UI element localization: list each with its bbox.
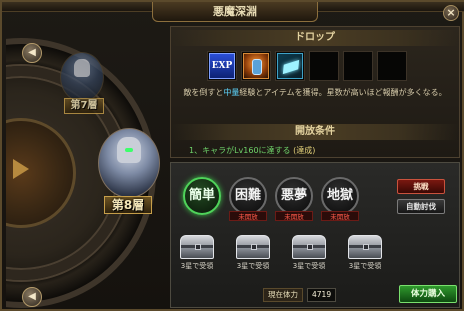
armor-core-icon bbox=[252, 59, 262, 75]
boss-helm-icon bbox=[73, 58, 91, 77]
drop-desc-prefix: 敵を倒すと bbox=[183, 88, 224, 97]
game-window: 悪魔深淵 × 第7層 第8層 ◀ ◀ ドロップ EXP 敵を倒すと中量経験とアイ… bbox=[0, 0, 464, 311]
locked-badge: 未開放 bbox=[229, 211, 267, 221]
scroll-down-button[interactable]: ◀ bbox=[22, 287, 42, 307]
reward-chest[interactable]: 3星で受領 bbox=[175, 235, 219, 271]
boss-eye-icon bbox=[125, 148, 133, 153]
chest-label: 3星で受領 bbox=[292, 262, 326, 270]
drop-item-list: EXP bbox=[207, 51, 407, 83]
stamina-value: 4719 bbox=[307, 288, 337, 302]
stamina-label: 現在体力 bbox=[263, 288, 303, 302]
unlock-condition-text: 1、キャラがLv160に達する bbox=[189, 146, 291, 155]
info-panel: ドロップ EXP 敵を倒すと中量経験とアイテムを獲得。星数が高いほど報酬が多くな… bbox=[170, 26, 460, 158]
challenge-button[interactable]: 挑戦 bbox=[397, 179, 445, 194]
unlock-condition-header: 開放条件 bbox=[171, 124, 459, 140]
chest-icon bbox=[292, 235, 326, 259]
auto-battle-button[interactable]: 自動討伐 bbox=[397, 199, 445, 214]
boss-portrait-floor-7[interactable] bbox=[60, 52, 104, 102]
unlock-condition-item: 1、キャラがLv160に達する (達成) bbox=[189, 145, 315, 156]
window-title: 悪魔深淵 bbox=[152, 2, 318, 22]
unlock-condition-status: (達成) bbox=[293, 146, 316, 155]
stamina-display: 現在体力 4719 bbox=[263, 288, 337, 302]
drop-description: 敵を倒すと中量経験とアイテムを獲得。星数が高いほど報酬が多くなる。 bbox=[171, 87, 459, 98]
drop-desc-emphasis: 中量 bbox=[223, 88, 240, 97]
reward-chest-list: 3星で受領 3星で受領 3星で受領 3星で受領 bbox=[171, 235, 401, 279]
drop-slot-empty bbox=[309, 51, 339, 81]
chest-label: 3星で受領 bbox=[180, 262, 214, 270]
chest-icon bbox=[180, 235, 214, 259]
buy-stamina-button[interactable]: 体力購入 bbox=[399, 285, 457, 303]
chest-label: 3星で受領 bbox=[348, 262, 382, 270]
reward-chest[interactable]: 3星で受領 bbox=[343, 235, 387, 271]
floor-7-label[interactable]: 第7層 bbox=[64, 98, 104, 114]
gem-shard-icon bbox=[282, 59, 300, 75]
drop-desc-suffix: 経験とアイテムを獲得。星数が高いほど報酬が多くなる。 bbox=[239, 88, 447, 97]
drop-header: ドロップ bbox=[171, 30, 459, 46]
drop-slot-exp[interactable]: EXP bbox=[207, 51, 237, 81]
boss-portrait-floor-8[interactable] bbox=[98, 128, 160, 198]
difficulty-hell-button[interactable]: 地獄 bbox=[321, 177, 359, 215]
chest-label: 3星で受領 bbox=[236, 262, 270, 270]
drop-slot-empty bbox=[377, 51, 407, 81]
chest-icon bbox=[348, 235, 382, 259]
difficulty-panel: 簡単 困難 悪夢 地獄 未開放 未開放 未開放 挑戦 自動討伐 3星で受領 3星… bbox=[170, 162, 460, 308]
reward-chest[interactable]: 3星で受領 bbox=[231, 235, 275, 271]
locked-badge: 未開放 bbox=[321, 211, 359, 221]
reward-chest[interactable]: 3星で受領 bbox=[287, 235, 331, 271]
difficulty-nightmare-button[interactable]: 悪夢 bbox=[275, 177, 313, 215]
difficulty-easy-button[interactable]: 簡単 bbox=[183, 177, 221, 215]
scroll-up-button[interactable]: ◀ bbox=[22, 43, 42, 63]
armor-icon bbox=[243, 53, 269, 79]
drop-slot-empty bbox=[343, 51, 373, 81]
exp-icon: EXP bbox=[209, 53, 235, 79]
drop-slot-armor[interactable] bbox=[241, 51, 271, 81]
floor-8-label[interactable]: 第8層 bbox=[104, 196, 152, 214]
difficulty-hard-button[interactable]: 困難 bbox=[229, 177, 267, 215]
drop-slot-gem[interactable] bbox=[275, 51, 305, 81]
gem-icon bbox=[277, 53, 303, 79]
compass-pointer-icon bbox=[13, 159, 29, 179]
locked-badge: 未開放 bbox=[275, 211, 313, 221]
chest-icon bbox=[236, 235, 270, 259]
close-button[interactable]: × bbox=[443, 5, 459, 21]
